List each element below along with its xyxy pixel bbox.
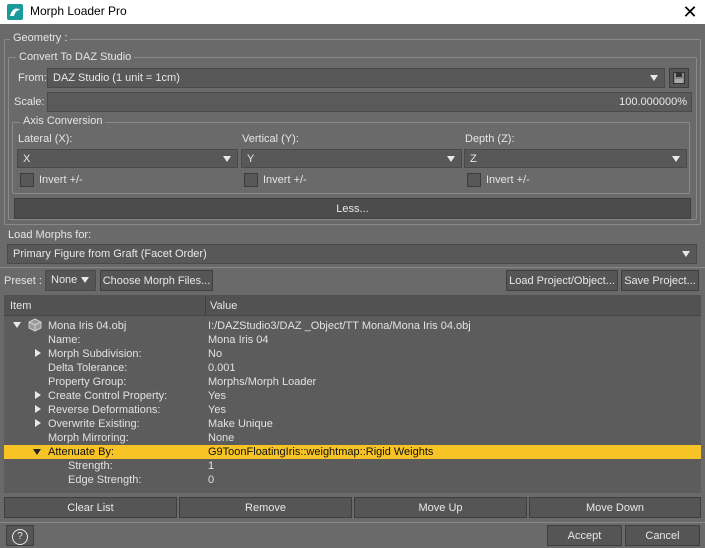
expand-arrow-icon[interactable] bbox=[33, 449, 41, 455]
tree-row-value[interactable]: 0 bbox=[208, 474, 214, 486]
expand-arrow-icon[interactable] bbox=[13, 322, 21, 328]
scale-value: 100.000000% bbox=[619, 96, 687, 108]
save-preset-button[interactable] bbox=[669, 68, 689, 88]
depth-invert-label: Invert +/- bbox=[486, 174, 530, 186]
expand-arrow-icon[interactable] bbox=[35, 349, 41, 357]
app-icon bbox=[7, 4, 23, 20]
tree-row-item[interactable]: Create Control Property: bbox=[48, 390, 167, 402]
preset-dropdown[interactable]: None bbox=[45, 270, 96, 291]
scale-slider[interactable]: 100.000000% bbox=[47, 92, 692, 112]
chevron-down-icon bbox=[223, 156, 231, 162]
lateral-invert-checkbox[interactable] bbox=[20, 173, 34, 187]
vertical-value: Y bbox=[247, 153, 255, 165]
clear-list-button[interactable]: Clear List bbox=[4, 497, 177, 518]
tree-row-item[interactable]: Edge Strength: bbox=[68, 474, 141, 486]
column-header-value[interactable]: Value bbox=[210, 300, 237, 312]
window-title: Morph Loader Pro bbox=[30, 4, 127, 18]
tree-row-item[interactable]: Name: bbox=[48, 334, 80, 346]
load-morphs-label: Load Morphs for: bbox=[8, 229, 92, 241]
depth-label: Depth (Z): bbox=[465, 133, 515, 145]
tree-row-value-selected[interactable]: G9ToonFloatingIris::weightmap::Rigid Wei… bbox=[208, 446, 433, 458]
expand-arrow-icon[interactable] bbox=[35, 419, 41, 427]
from-label: From: bbox=[18, 72, 47, 84]
remove-button[interactable]: Remove bbox=[179, 497, 352, 518]
tree-row-value[interactable]: Yes bbox=[208, 404, 226, 416]
tree-row-value[interactable]: 1 bbox=[208, 460, 214, 472]
divider bbox=[0, 522, 705, 523]
tree-row-value[interactable]: None bbox=[208, 432, 234, 444]
tree-row-item[interactable]: Delta Tolerance: bbox=[48, 362, 127, 374]
tree-row-item[interactable]: Strength: bbox=[68, 460, 113, 472]
tree-row-value[interactable]: Mona Iris 04 bbox=[208, 334, 269, 346]
vertical-dropdown[interactable]: Y bbox=[241, 149, 462, 168]
help-button[interactable]: ? bbox=[6, 525, 34, 546]
choose-morph-files-button[interactable]: Choose Morph Files... bbox=[100, 270, 213, 291]
tree-row-value[interactable]: No bbox=[208, 348, 222, 360]
lateral-label: Lateral (X): bbox=[18, 133, 73, 145]
tree-header bbox=[4, 295, 701, 316]
chevron-down-icon bbox=[447, 156, 455, 162]
lateral-dropdown[interactable]: X bbox=[17, 149, 238, 168]
tree-row-value[interactable]: I:/DAZStudio3/DAZ _Object/TT Mona/Mona I… bbox=[208, 320, 471, 332]
chevron-down-icon bbox=[81, 277, 89, 283]
less-button[interactable]: Less... bbox=[14, 198, 691, 219]
preset-value: None bbox=[51, 274, 78, 286]
scale-label: Scale: bbox=[14, 96, 45, 108]
save-project-button[interactable]: Save Project... bbox=[621, 270, 699, 291]
accept-button[interactable]: Accept bbox=[547, 525, 622, 546]
chevron-down-icon bbox=[682, 251, 690, 257]
load-morphs-value: Primary Figure from Graft (Facet Order) bbox=[13, 248, 207, 260]
move-down-button[interactable]: Move Down bbox=[529, 497, 701, 518]
column-divider bbox=[205, 296, 206, 315]
axis-conversion-label: Axis Conversion bbox=[20, 115, 106, 127]
tree-row-value[interactable]: Make Unique bbox=[208, 418, 273, 430]
tree-row-value[interactable]: Morphs/Morph Loader bbox=[208, 376, 316, 388]
depth-dropdown[interactable]: Z bbox=[464, 149, 687, 168]
cancel-button[interactable]: Cancel bbox=[625, 525, 700, 546]
chevron-down-icon bbox=[650, 75, 658, 81]
column-header-item[interactable]: Item bbox=[10, 300, 31, 312]
convert-group-label: Convert To DAZ Studio bbox=[16, 51, 135, 63]
expand-arrow-icon[interactable] bbox=[35, 405, 41, 413]
tree-row-item[interactable]: Reverse Deformations: bbox=[48, 404, 161, 416]
lateral-value: X bbox=[23, 153, 31, 165]
vertical-invert-checkbox[interactable] bbox=[244, 173, 258, 187]
load-project-button[interactable]: Load Project/Object... bbox=[506, 270, 618, 291]
tree-row-item[interactable]: Morph Mirroring: bbox=[48, 432, 129, 444]
depth-value: Z bbox=[470, 153, 477, 165]
divider bbox=[0, 267, 705, 268]
tree-row-item[interactable]: Morph Subdivision: bbox=[48, 348, 142, 360]
cube-icon bbox=[28, 318, 42, 332]
floppy-disk-icon bbox=[673, 72, 685, 84]
lateral-invert-label: Invert +/- bbox=[39, 174, 83, 186]
from-value: DAZ Studio (1 unit = 1cm) bbox=[53, 72, 180, 84]
close-icon[interactable]: ✕ bbox=[678, 1, 702, 23]
move-up-button[interactable]: Move Up bbox=[354, 497, 527, 518]
vertical-label: Vertical (Y): bbox=[242, 133, 299, 145]
geometry-group-label: Geometry : bbox=[10, 32, 71, 44]
preset-label: Preset : bbox=[4, 275, 42, 287]
help-icon: ? bbox=[12, 529, 28, 545]
chevron-down-icon bbox=[672, 156, 680, 162]
tree-row-value[interactable]: 0.001 bbox=[208, 362, 236, 374]
load-morphs-dropdown[interactable]: Primary Figure from Graft (Facet Order) bbox=[7, 244, 697, 264]
from-dropdown[interactable]: DAZ Studio (1 unit = 1cm) bbox=[47, 68, 665, 88]
vertical-invert-label: Invert +/- bbox=[263, 174, 307, 186]
tree-row-item-selected[interactable]: Attenuate By: bbox=[48, 446, 114, 458]
tree-row-item[interactable]: Mona Iris 04.obj bbox=[48, 320, 126, 332]
expand-arrow-icon[interactable] bbox=[35, 391, 41, 399]
depth-invert-checkbox[interactable] bbox=[467, 173, 481, 187]
tree-row-value[interactable]: Yes bbox=[208, 390, 226, 402]
tree-row-item[interactable]: Overwrite Existing: bbox=[48, 418, 140, 430]
tree-row-item[interactable]: Property Group: bbox=[48, 376, 126, 388]
